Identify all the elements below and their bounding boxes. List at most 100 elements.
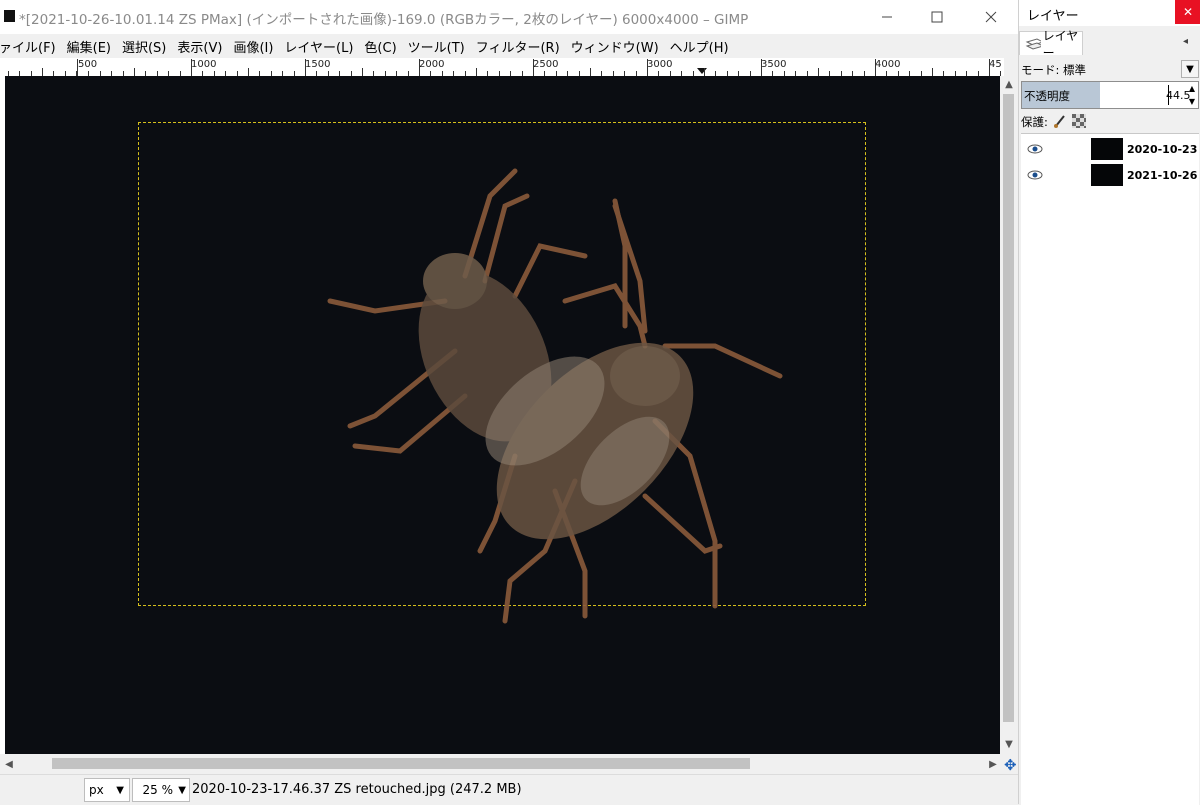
ruler-label: 45 (989, 59, 1002, 70)
dock-close-button[interactable]: ✕ (1175, 0, 1200, 24)
menu-bar: ァイル(F) 編集(E) 選択(S) 表示(V) 画像(I) レイヤー(L) 色… (0, 34, 1018, 58)
menu-colors[interactable]: 色(C) (359, 37, 401, 56)
layer-row[interactable]: 2021-10-26-1 (1021, 162, 1199, 188)
layer-list: 2020-10-23-1 2021-10-26-1 (1021, 133, 1199, 805)
app-icon (4, 10, 15, 22)
ruler-tick (191, 59, 192, 76)
close-icon: ✕ (1182, 5, 1194, 19)
ruler-tick (362, 68, 363, 76)
title-bar[interactable]: *[2021-10-26-10.01.14 ZS PMax] (インポートされた… (0, 0, 1018, 34)
menu-edit[interactable]: 編集(E) (62, 37, 116, 56)
ruler-tick (590, 68, 591, 76)
lock-label: 保護: (1021, 115, 1048, 129)
menu-file[interactable]: ァイル(F) (0, 37, 61, 56)
status-bar: px ▼ 25 % ▼ 2020-10-23-17.46.37 ZS retou… (0, 774, 1018, 805)
insect-photo (327, 168, 783, 624)
ruler-label: 3500 (761, 59, 787, 70)
vertical-scrollbar[interactable]: ▲ ▼ (1000, 76, 1018, 754)
mode-label: モード: 標準 (1021, 63, 1087, 77)
layers-dock: レイヤー ✕ レイヤー ◂ モード: 標準 ▼ 不透明度 44.5 ▲ ▼ 保護: (1018, 0, 1200, 805)
layer-name: 2021-10-26-1 (1127, 168, 1197, 182)
menu-tools[interactable]: ツール(T) (403, 37, 470, 56)
lock-row: 保護: (1021, 113, 1086, 131)
horizontal-ruler[interactable]: 500 1000 1500 2000 2500 3000 3500 4000 4… (0, 58, 1004, 77)
ruler-tick (647, 59, 648, 76)
menu-filters[interactable]: フィルター(R) (471, 37, 565, 56)
ruler-label: 1500 (305, 59, 331, 70)
ruler-tick (248, 68, 249, 76)
ruler-tick (875, 59, 876, 76)
horizontal-scroll-thumb[interactable] (52, 758, 750, 769)
ruler-label: 1000 (191, 59, 217, 70)
maximize-button[interactable] (912, 0, 962, 34)
ruler-tick (704, 68, 705, 76)
opacity-label: 不透明度 (1024, 89, 1070, 103)
eye-icon[interactable] (1027, 142, 1043, 156)
ruler-tick (419, 59, 420, 76)
chevron-down-icon: ▼ (116, 784, 124, 796)
scroll-up-icon[interactable]: ▲ (1000, 76, 1018, 92)
tab-label: レイヤー (1042, 28, 1079, 60)
layer-name: 2020-10-23-1 (1127, 142, 1197, 156)
menu-image[interactable]: 画像(I) (228, 37, 278, 56)
layer-thumbnail (1091, 164, 1123, 186)
status-info: 2020-10-23-17.46.37 ZS retouched.jpg (24… (192, 782, 522, 797)
vertical-scroll-thumb[interactable] (1003, 94, 1014, 722)
ruler-tick (305, 59, 306, 76)
ruler-tick (42, 68, 43, 76)
menu-layer[interactable]: レイヤー(L) (279, 37, 358, 56)
ruler-tick (989, 59, 990, 76)
ruler-corner (1004, 58, 1018, 76)
eye-icon[interactable] (1027, 168, 1043, 182)
brush-icon[interactable] (1053, 114, 1067, 131)
opacity-slider[interactable]: 不透明度 44.5 ▲ ▼ (1021, 81, 1199, 109)
ruler-position-marker (697, 68, 707, 74)
close-icon (985, 11, 997, 23)
dock-menu-icon[interactable]: ◂ (1183, 36, 1188, 47)
ruler-tick (134, 68, 135, 76)
ruler-tick (476, 68, 477, 76)
dock-title-bar[interactable]: レイヤー ✕ (1019, 0, 1200, 26)
scroll-down-icon[interactable]: ▼ (1000, 736, 1018, 752)
mode-dropdown-button[interactable]: ▼ (1181, 60, 1199, 78)
horizontal-scrollbar[interactable]: ◀ ▶ (0, 754, 1018, 774)
minimize-icon (882, 16, 892, 18)
opacity-spin-buttons[interactable]: ▲ ▼ (1186, 82, 1198, 108)
ruler-tick (761, 59, 762, 76)
ruler-label: 500 (78, 59, 98, 70)
image-canvas[interactable] (5, 76, 1000, 754)
ruler-label: 3000 (647, 59, 673, 70)
zoom-value: 25 % (142, 783, 174, 797)
unit-value: px (89, 783, 104, 797)
unit-selector[interactable]: px ▼ (84, 778, 130, 802)
maximize-icon (931, 11, 943, 23)
mode-row[interactable]: モード: 標準 ▼ (1019, 58, 1200, 80)
layer-row[interactable]: 2020-10-23-1 (1021, 136, 1199, 162)
layer-thumbnail (1091, 138, 1123, 160)
menu-select[interactable]: 選択(S) (117, 37, 171, 56)
close-button[interactable] (966, 0, 1016, 34)
checkerboard-icon[interactable] (1071, 113, 1086, 131)
dock-title: レイヤー (1027, 9, 1079, 24)
scroll-right-icon[interactable]: ▶ (986, 756, 1000, 772)
menu-help[interactable]: ヘルプ(H) (665, 37, 734, 56)
ruler-tick (818, 68, 819, 76)
main-window: *[2021-10-26-10.01.14 ZS PMax] (インポートされた… (0, 0, 1018, 805)
window-title: *[2021-10-26-10.01.14 ZS PMax] (インポートされた… (19, 12, 749, 28)
ruler-tick (533, 59, 534, 76)
ruler-label: 2500 (533, 59, 559, 70)
tab-layers[interactable]: レイヤー (1019, 29, 1083, 60)
chevron-down-icon: ▼ (178, 784, 186, 796)
scroll-left-icon[interactable]: ◀ (2, 756, 16, 772)
ruler-label: 4000 (875, 59, 901, 70)
menu-windows[interactable]: ウィンドウ(W) (566, 37, 664, 56)
text-cursor (1168, 85, 1169, 105)
ruler-tick (932, 68, 933, 76)
ruler-label: 2000 (419, 59, 445, 70)
navigate-icon[interactable]: ✥ (1004, 756, 1017, 774)
menu-view[interactable]: 表示(V) (172, 37, 227, 56)
minimize-button[interactable] (862, 0, 912, 34)
chevron-down-icon: ▼ (1186, 63, 1194, 75)
zoom-selector[interactable]: 25 % ▼ (132, 778, 190, 802)
layers-icon (1025, 37, 1041, 50)
